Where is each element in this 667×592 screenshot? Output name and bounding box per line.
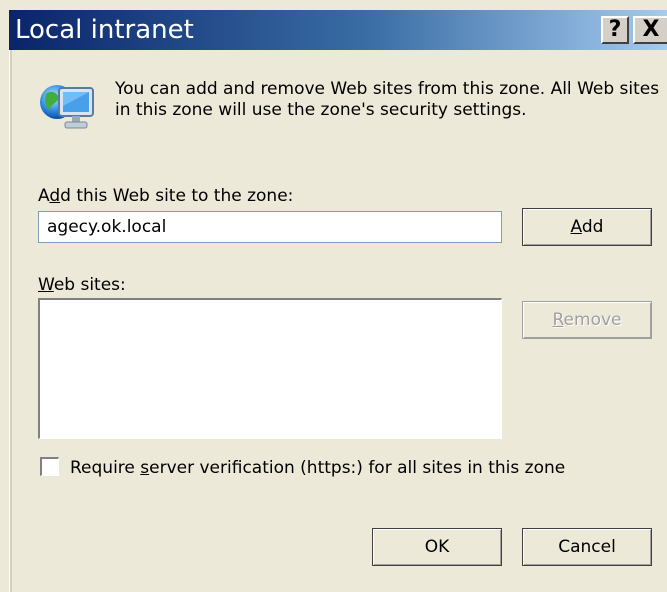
local-intranet-computer-icon: [40, 85, 94, 129]
ok-button[interactable]: OK: [372, 528, 502, 566]
window-frame: [9, 50, 12, 592]
require-https-checkbox[interactable]: [40, 457, 59, 476]
cancel-button[interactable]: Cancel: [522, 528, 652, 566]
zone-description: You can add and remove Web sites from th…: [115, 79, 660, 120]
remove-button: Remove: [522, 301, 652, 339]
add-site-input[interactable]: [38, 211, 502, 243]
require-https-label[interactable]: Require server verification (https:) for…: [70, 458, 565, 478]
close-button[interactable]: X: [633, 16, 667, 44]
web-sites-list[interactable]: [38, 298, 502, 439]
title-bar[interactable]: Local intranet ? X: [9, 10, 667, 50]
window-title: Local intranet: [15, 15, 194, 45]
add-button[interactable]: Add: [522, 208, 652, 246]
web-sites-label: Web sites:: [38, 275, 126, 295]
help-button[interactable]: ?: [601, 16, 629, 44]
add-site-label: Add this Web site to the zone:: [38, 186, 294, 206]
